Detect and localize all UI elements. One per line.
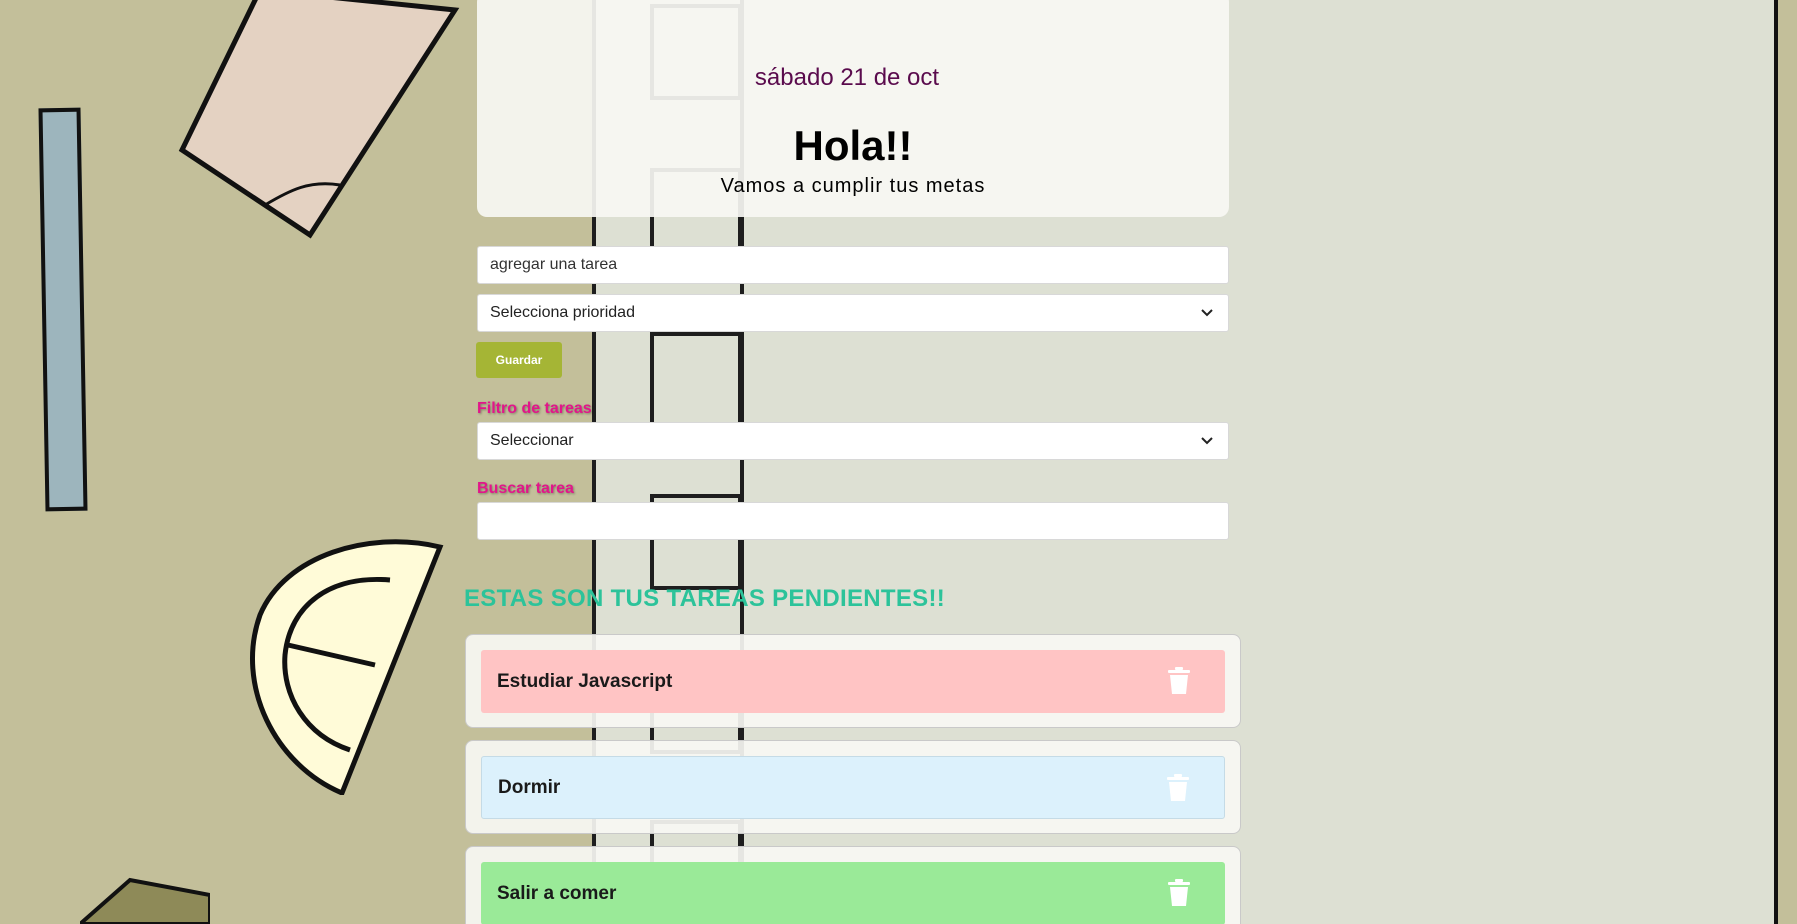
- chevron-down-icon: [1201, 437, 1213, 445]
- priority-select[interactable]: Selecciona prioridad: [477, 294, 1229, 332]
- chevron-down-icon: [1201, 309, 1213, 317]
- task-input-placeholder: agregar una tarea: [490, 256, 618, 273]
- background-protractor: [250, 539, 444, 795]
- background-box: [80, 877, 210, 924]
- task-item: Dormir: [481, 756, 1225, 819]
- save-button[interactable]: Guardar: [476, 342, 562, 378]
- background-sticky-note: [178, 0, 460, 239]
- priority-select-value: Selecciona prioridad: [490, 304, 635, 321]
- greeting-subtitle: Vamos a cumplir tus metas: [720, 175, 986, 197]
- task-item: Salir a comer: [481, 862, 1225, 924]
- background-blue-ruler: [38, 107, 88, 512]
- pending-tasks-title: ESTAS SON TUS TAREAS PENDIENTES!!: [464, 585, 946, 612]
- filter-select-value: Seleccionar: [490, 432, 574, 449]
- trash-icon[interactable]: [1167, 879, 1191, 907]
- search-input[interactable]: [477, 502, 1229, 540]
- greeting-heading: Hola!!: [793, 122, 913, 169]
- task-card: Estudiar Javascript: [465, 634, 1241, 728]
- task-name: Estudiar Javascript: [497, 670, 673, 692]
- task-card: Salir a comer: [465, 846, 1241, 924]
- filter-label: Filtro de tareas: [477, 400, 592, 417]
- task-card: Dormir: [465, 740, 1241, 834]
- trash-icon[interactable]: [1167, 667, 1191, 695]
- task-name: Dormir: [498, 776, 561, 798]
- search-label: Buscar tarea: [477, 480, 574, 497]
- task-name: Salir a comer: [497, 882, 617, 904]
- background-ruler-mark: [650, 332, 742, 428]
- task-input[interactable]: agregar una tarea: [477, 246, 1229, 284]
- task-item: Estudiar Javascript: [481, 650, 1225, 713]
- current-date: sábado 21 de oct: [754, 64, 940, 91]
- trash-icon[interactable]: [1166, 774, 1190, 802]
- filter-select[interactable]: Seleccionar: [477, 422, 1229, 460]
